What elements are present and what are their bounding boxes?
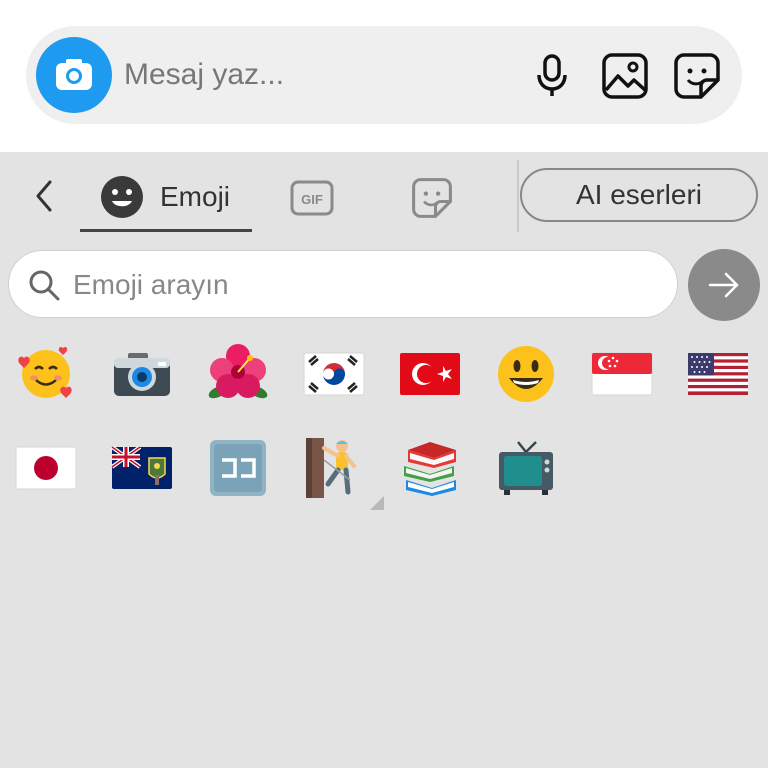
- emoji-camera[interactable]: [106, 338, 178, 410]
- emoji-flag-south-georgia[interactable]: [106, 432, 178, 504]
- emoji-flag-turkey[interactable]: [394, 338, 466, 410]
- emoji-panel: Emoji GIF AI eserleri: [0, 152, 768, 768]
- television-icon: [499, 441, 553, 495]
- hibiscus-icon: [208, 344, 268, 399]
- emoji-flag-japan[interactable]: [10, 432, 82, 504]
- tab-stickers[interactable]: [408, 174, 456, 222]
- grinning-face-icon: [498, 346, 554, 402]
- gallery-button[interactable]: [601, 52, 649, 100]
- arrow-right-icon: [708, 272, 739, 298]
- books-icon: [404, 442, 456, 496]
- camera-button[interactable]: [36, 37, 112, 113]
- camera-icon: [56, 59, 92, 90]
- south-georgia-flag-icon: [111, 446, 172, 489]
- search-submit-button[interactable]: [688, 249, 760, 321]
- emoji-books[interactable]: [394, 432, 466, 504]
- emoji-flag-south-korea[interactable]: [298, 338, 370, 410]
- singapore-flag-icon: [591, 352, 653, 396]
- emoji-grinning-face[interactable]: [490, 338, 562, 410]
- emoji-search-bar: [8, 250, 678, 318]
- sticker-tab-icon: [412, 178, 452, 218]
- gif-icon: GIF: [290, 180, 334, 216]
- koko-button-icon: [210, 440, 266, 496]
- message-composer: [26, 26, 742, 124]
- japan-flag-icon: [15, 446, 77, 490]
- message-input[interactable]: [124, 46, 504, 104]
- composer-area: [0, 0, 768, 152]
- tab-gif[interactable]: GIF: [288, 174, 336, 222]
- tab-emoji[interactable]: Emoji: [80, 164, 252, 232]
- camera-emoji-icon: [114, 353, 170, 396]
- chevron-left-icon: [36, 180, 52, 212]
- emoji-television[interactable]: [490, 432, 562, 504]
- emoji-koko-button[interactable]: [202, 432, 274, 504]
- sticker-button[interactable]: [673, 52, 721, 100]
- south-korea-flag-icon: [303, 352, 365, 396]
- emoji-flag-united-states[interactable]: [682, 338, 754, 410]
- gif-icon-label: GIF: [301, 192, 323, 207]
- microphone-button[interactable]: [528, 52, 576, 100]
- turkey-flag-icon: [400, 353, 460, 395]
- smiley-icon: [101, 175, 143, 218]
- united-states-flag-icon: [688, 353, 748, 395]
- image-icon: [602, 53, 648, 99]
- microphone-icon: [537, 54, 567, 96]
- person-climbing-icon: [306, 438, 356, 498]
- emoji-hibiscus[interactable]: [202, 338, 274, 410]
- skin-tone-indicator: [370, 496, 384, 510]
- emoji-smiling-face-with-hearts[interactable]: [10, 338, 82, 410]
- search-icon: [29, 270, 60, 301]
- back-button[interactable]: [24, 176, 64, 216]
- emoji-search-input[interactable]: [73, 263, 653, 307]
- emoji-flag-singapore[interactable]: [586, 338, 658, 410]
- tab-emoji-label: Emoji: [160, 180, 231, 212]
- smiling-face-with-hearts-icon: [18, 346, 72, 398]
- sticker-icon: [674, 53, 720, 99]
- ai-works-button[interactable]: AI eserleri: [520, 168, 758, 222]
- emoji-person-climbing[interactable]: [298, 432, 384, 510]
- tab-divider: [517, 160, 519, 232]
